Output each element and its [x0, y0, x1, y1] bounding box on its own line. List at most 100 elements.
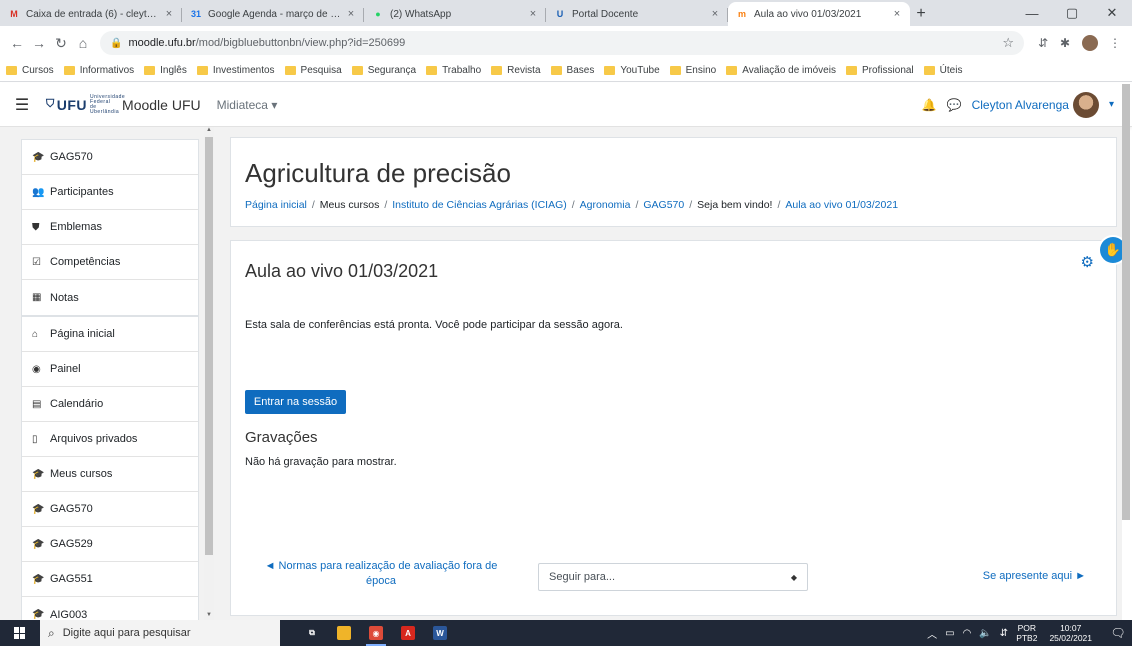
forward-icon[interactable]: →: [28, 35, 50, 51]
previous-activity-link[interactable]: ◄ Normas para realização de avaliação fo…: [251, 559, 511, 589]
puzzle-icon[interactable]: ✱: [1054, 36, 1076, 50]
bookmark-folder[interactable]: Ensino: [669, 65, 716, 76]
back-icon[interactable]: ←: [6, 35, 28, 51]
browser-tab[interactable]: m Aula ao vivo 01/03/2021 ×: [728, 2, 910, 26]
taskbar-app[interactable]: [328, 620, 360, 646]
tab-close-icon[interactable]: ×: [708, 8, 722, 20]
taskbar-app[interactable]: W: [424, 620, 456, 646]
close-window-button[interactable]: ✕: [1092, 0, 1132, 26]
notification-center-icon[interactable]: 🗨: [1104, 626, 1132, 640]
drawer-scroll-thumb[interactable]: [205, 137, 213, 555]
folder-icon: [550, 66, 562, 75]
breadcrumb-item[interactable]: Aula ao vivo 01/03/2021: [785, 199, 898, 211]
bookmark-star-icon[interactable]: ☆: [1002, 35, 1014, 51]
page-scrollbar[interactable]: [1122, 84, 1130, 520]
drawer-item[interactable]: ⛊ Emblemas: [22, 210, 198, 245]
scroll-up-icon[interactable]: ▲: [204, 127, 214, 133]
drawer-item[interactable]: 🎓 GAG570: [22, 140, 198, 175]
start-button[interactable]: [0, 620, 40, 646]
taskbar-app[interactable]: ◉: [360, 620, 392, 646]
profile-avatar[interactable]: [1082, 35, 1098, 51]
input-language[interactable]: POR PTB2: [1016, 623, 1037, 643]
bookmark-folder[interactable]: Pesquisa: [284, 65, 342, 76]
bookmark-folder[interactable]: Segurança: [351, 65, 416, 76]
volume-icon[interactable]: 🔈: [979, 628, 991, 639]
taskbar-app[interactable]: ⧉: [296, 620, 328, 646]
site-name[interactable]: Moodle UFU: [122, 97, 201, 113]
drawer-item[interactable]: ◉ Painel: [22, 352, 198, 387]
drawer-item[interactable]: 👥 Participantes: [22, 175, 198, 210]
user-avatar[interactable]: [1072, 91, 1099, 118]
drawer-item[interactable]: ▤ Calendário: [22, 387, 198, 422]
battery-icon[interactable]: ▭: [945, 628, 954, 639]
browser-tab[interactable]: ● (2) WhatsApp ×: [364, 2, 546, 26]
user-menu-caret-icon[interactable]: ▾: [1109, 99, 1114, 110]
maximize-button[interactable]: ▢: [1052, 0, 1092, 26]
drawer-item[interactable]: 🎓 GAG551: [22, 562, 198, 597]
drawer-item[interactable]: ▦ Notas: [22, 280, 198, 315]
bookmark-folder[interactable]: Bases: [550, 65, 594, 76]
bookmark-folder[interactable]: Avaliação de imóveis: [726, 65, 836, 76]
wifi-icon[interactable]: ◠: [963, 628, 972, 639]
tab-close-icon[interactable]: ×: [890, 8, 904, 20]
hamburger-menu-icon[interactable]: ☰: [4, 95, 40, 115]
ufu-logo[interactable]: ⛉ UFU Universidade Federal de Uberlândia: [46, 94, 125, 115]
drawer-item-label: GAG570: [50, 503, 93, 515]
new-tab-button[interactable]: +: [910, 2, 932, 26]
breadcrumb-item[interactable]: GAG570: [643, 199, 684, 211]
kebab-menu-icon[interactable]: ⋮: [1104, 36, 1126, 50]
breadcrumb-item[interactable]: Página inicial: [245, 199, 307, 211]
drawer-item-label: Meus cursos: [50, 468, 113, 480]
home-icon[interactable]: ⌂: [72, 35, 94, 51]
clock[interactable]: 10:07 25/02/2021: [1049, 623, 1092, 643]
bookmark-folder[interactable]: Profissional: [845, 65, 914, 76]
gear-icon[interactable]: ⚙: [1081, 253, 1094, 271]
bookmark-folder[interactable]: Cursos: [6, 65, 54, 76]
tab-close-icon[interactable]: ×: [344, 8, 358, 20]
join-session-button[interactable]: Entrar na sessão: [245, 390, 346, 414]
bookmark-folder[interactable]: Investimentos: [196, 65, 275, 76]
scroll-down-icon[interactable]: ▼: [204, 612, 214, 618]
bookmark-folder[interactable]: YouTube: [604, 65, 660, 76]
extension-icon[interactable]: ⇵: [1032, 36, 1054, 50]
tab-close-icon[interactable]: ×: [526, 8, 540, 20]
breadcrumb-item[interactable]: Instituto de Ciências Agrárias (ICIAG): [392, 199, 567, 211]
breadcrumb-item[interactable]: Agronomia: [580, 199, 631, 211]
logo-shield-icon: ⛉: [46, 98, 55, 110]
jump-to-select[interactable]: Seguir para... ◆: [538, 563, 808, 591]
drawer-scrollbar[interactable]: ▲ ▼: [204, 127, 214, 620]
bookmark-folder[interactable]: Trabalho: [426, 65, 481, 76]
bookmark-folder[interactable]: Informativos: [63, 65, 134, 76]
user-name[interactable]: Cleyton Alvarenga: [972, 98, 1069, 112]
taskbar-app[interactable]: A: [392, 620, 424, 646]
taskbar-search-input[interactable]: ⌕ Digite aqui para pesquisar: [40, 620, 280, 646]
tab-close-icon[interactable]: ×: [162, 8, 176, 20]
reload-icon[interactable]: ↻: [50, 35, 72, 52]
drawer-item[interactable]: ▯ Arquivos privados: [22, 422, 198, 457]
tray-chevron-icon[interactable]: ︿: [927, 626, 937, 641]
moodle-navbar: ☰ ⛉ UFU Universidade Federal de Uberlând…: [0, 83, 1132, 127]
drawer-item[interactable]: 🎓 AIG003: [22, 597, 198, 621]
next-activity-link[interactable]: Se apresente aqui ►: [983, 570, 1086, 582]
browser-tab[interactable]: U Portal Docente ×: [546, 2, 728, 26]
drawer-item[interactable]: 🎓 GAG529: [22, 527, 198, 562]
drawer-item[interactable]: 🎓 GAG570: [22, 492, 198, 527]
minimize-button[interactable]: —: [1012, 0, 1052, 26]
midiateca-menu[interactable]: Midiateca ▾: [217, 98, 278, 112]
drawer-item-label: AIG003: [50, 608, 88, 621]
browser-tab-strip: M Caixa de entrada (6) - cleytonbal × 31 Goo…: [0, 0, 1132, 26]
drawer-item[interactable]: ☑ Competências: [22, 245, 198, 280]
network-share-icon[interactable]: ⇵: [1000, 628, 1008, 639]
address-bar: ← → ↻ ⌂ 🔒 moodle.ufu.br/mod/bigbluebutto…: [0, 26, 1132, 60]
drawer-item[interactable]: 🎓 Meus cursos: [22, 457, 198, 492]
url-input[interactable]: 🔒 moodle.ufu.br/mod/bigbluebuttonbn/view…: [100, 31, 1024, 55]
bookmark-folder[interactable]: Revista: [491, 65, 541, 76]
bookmark-folder[interactable]: Inglês: [144, 65, 187, 76]
drawer-item[interactable]: ⌂ Página inicial: [22, 317, 198, 352]
messages-icon[interactable]: 💬: [947, 98, 962, 112]
bookmark-folder[interactable]: Úteis: [923, 65, 962, 76]
browser-tab[interactable]: 31 Google Agenda - março de 2021 ×: [182, 2, 364, 26]
breadcrumb-separator: /: [311, 199, 315, 211]
notification-bell-icon[interactable]: 🔔: [922, 98, 937, 112]
browser-tab[interactable]: M Caixa de entrada (6) - cleytonbal ×: [0, 2, 182, 26]
